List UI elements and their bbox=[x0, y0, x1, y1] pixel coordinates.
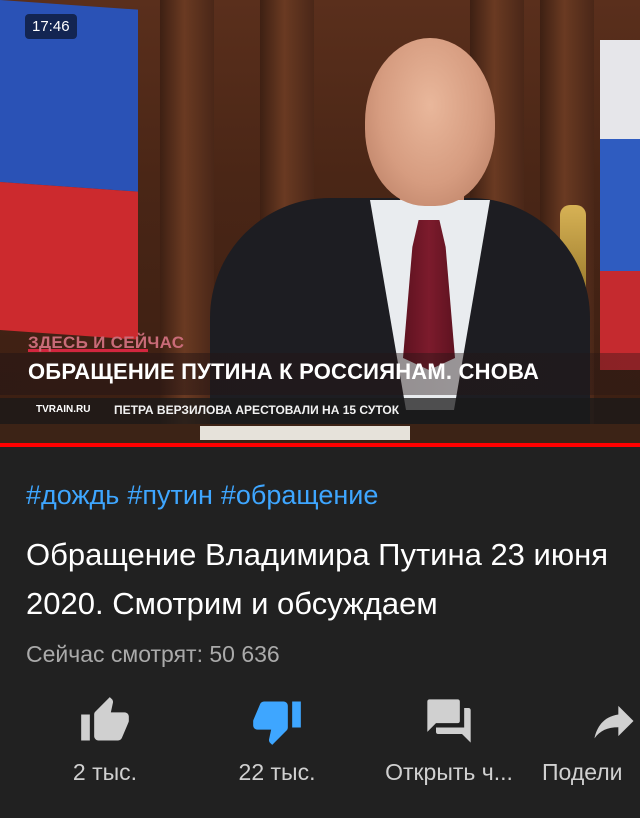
hashtag-link[interactable]: #путин bbox=[127, 480, 213, 510]
ticker-brand: TVRAIN.RU bbox=[36, 404, 91, 415]
thumbs-up-icon bbox=[81, 697, 129, 741]
action-bar: 2 тыс. 22 тыс. Открыть ч... Подели bbox=[0, 695, 640, 805]
dislike-button[interactable]: 22 тыс. bbox=[192, 695, 362, 786]
chat-icon bbox=[427, 699, 471, 743]
hashtags: #дождь #путин #обращение bbox=[26, 480, 386, 511]
flag-left bbox=[0, 0, 138, 340]
ticker-text: ПЕТРА ВЕРЗИЛОВА АРЕСТОВАЛИ НА 15 СУТОК bbox=[114, 403, 400, 417]
lower-third-tag: ЗДЕСЬ И СЕЙЧАС bbox=[28, 333, 185, 352]
flag-right bbox=[600, 40, 640, 370]
video-progress-bar[interactable] bbox=[0, 443, 640, 447]
share-icon bbox=[594, 705, 634, 739]
share-label: Подели bbox=[542, 759, 623, 785]
hashtag-link[interactable]: #дождь bbox=[26, 480, 119, 510]
share-button[interactable]: Подели bbox=[536, 695, 640, 786]
live-viewer-count: Сейчас смотрят: 50 636 bbox=[26, 641, 280, 667]
video-title[interactable]: Обращение Владимира Путина 23 июня 2020.… bbox=[26, 530, 630, 628]
thumbs-down-icon bbox=[253, 701, 301, 745]
hashtag-link[interactable]: #обращение bbox=[221, 480, 378, 510]
open-chat-label: Открыть ч... bbox=[385, 759, 513, 785]
video-progress-fill bbox=[0, 443, 640, 447]
video-player[interactable]: 17:46 ЗДЕСЬ И СЕЙЧАС ОБРАЩЕНИЕ ПУТИНА К … bbox=[0, 0, 640, 446]
like-button[interactable]: 2 тыс. bbox=[20, 695, 190, 786]
open-chat-button[interactable]: Открыть ч... bbox=[364, 695, 534, 786]
like-count: 2 тыс. bbox=[72, 759, 138, 785]
desk-paper bbox=[200, 426, 410, 440]
dislike-count: 22 тыс. bbox=[238, 759, 316, 785]
time-badge: 17:46 bbox=[25, 14, 77, 39]
lower-third-title: ОБРАЩЕНИЕ ПУТИНА К РОССИЯНАМ. СНОВА bbox=[28, 359, 540, 384]
